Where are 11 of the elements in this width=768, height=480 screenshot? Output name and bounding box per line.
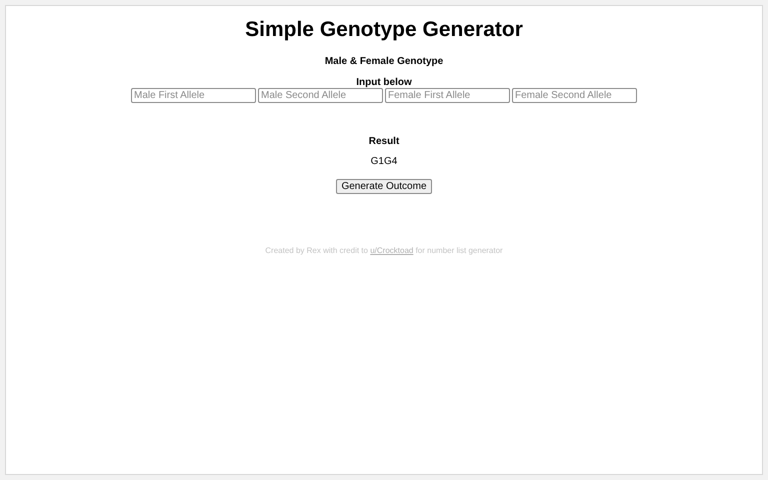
footer-text: Created by Rex with credit to u/Crocktoad for number list generator xyxy=(265,246,503,255)
result-label: Result xyxy=(368,136,400,147)
input-field[interactable]: Male Second Allele xyxy=(258,88,383,103)
section-heading: Male & Female Genotype xyxy=(324,56,444,67)
page-title: Simple Genotype Generator xyxy=(245,18,523,42)
input-field[interactable]: Female First Allele xyxy=(385,88,510,103)
result-value: G1G4 xyxy=(370,156,398,167)
generate-button[interactable]: Generate Outcome xyxy=(336,179,432,194)
input-label: Input below xyxy=(356,77,412,88)
input-field[interactable]: Male First Allele xyxy=(131,88,256,103)
input-field[interactable]: Female Second Allele xyxy=(512,88,637,103)
